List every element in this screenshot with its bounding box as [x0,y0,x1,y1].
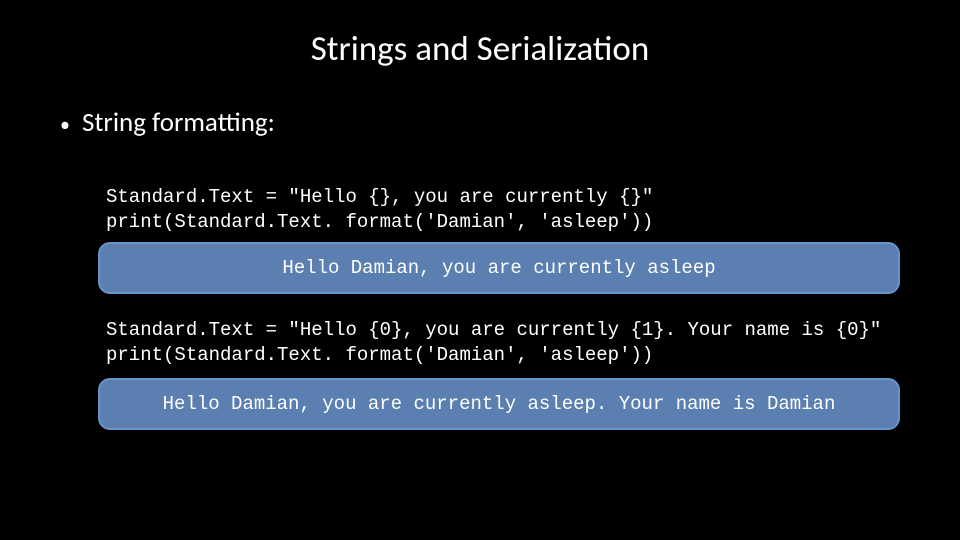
code-block-2: Standard.Text = "Hello {0}, you are curr… [106,318,920,367]
slide: Strings and Serialization • String forma… [0,0,960,540]
code-block-1: Standard.Text = "Hello {}, you are curre… [106,185,920,234]
output-box-1: Hello Damian, you are currently asleep [98,242,900,294]
slide-title: Strings and Serialization [40,28,920,70]
bullet-text: String formatting: [82,106,275,139]
bullet-item: • String formatting: [60,106,920,139]
output-box-2: Hello Damian, you are currently asleep. … [98,378,900,430]
bullet-marker: • [60,113,70,137]
